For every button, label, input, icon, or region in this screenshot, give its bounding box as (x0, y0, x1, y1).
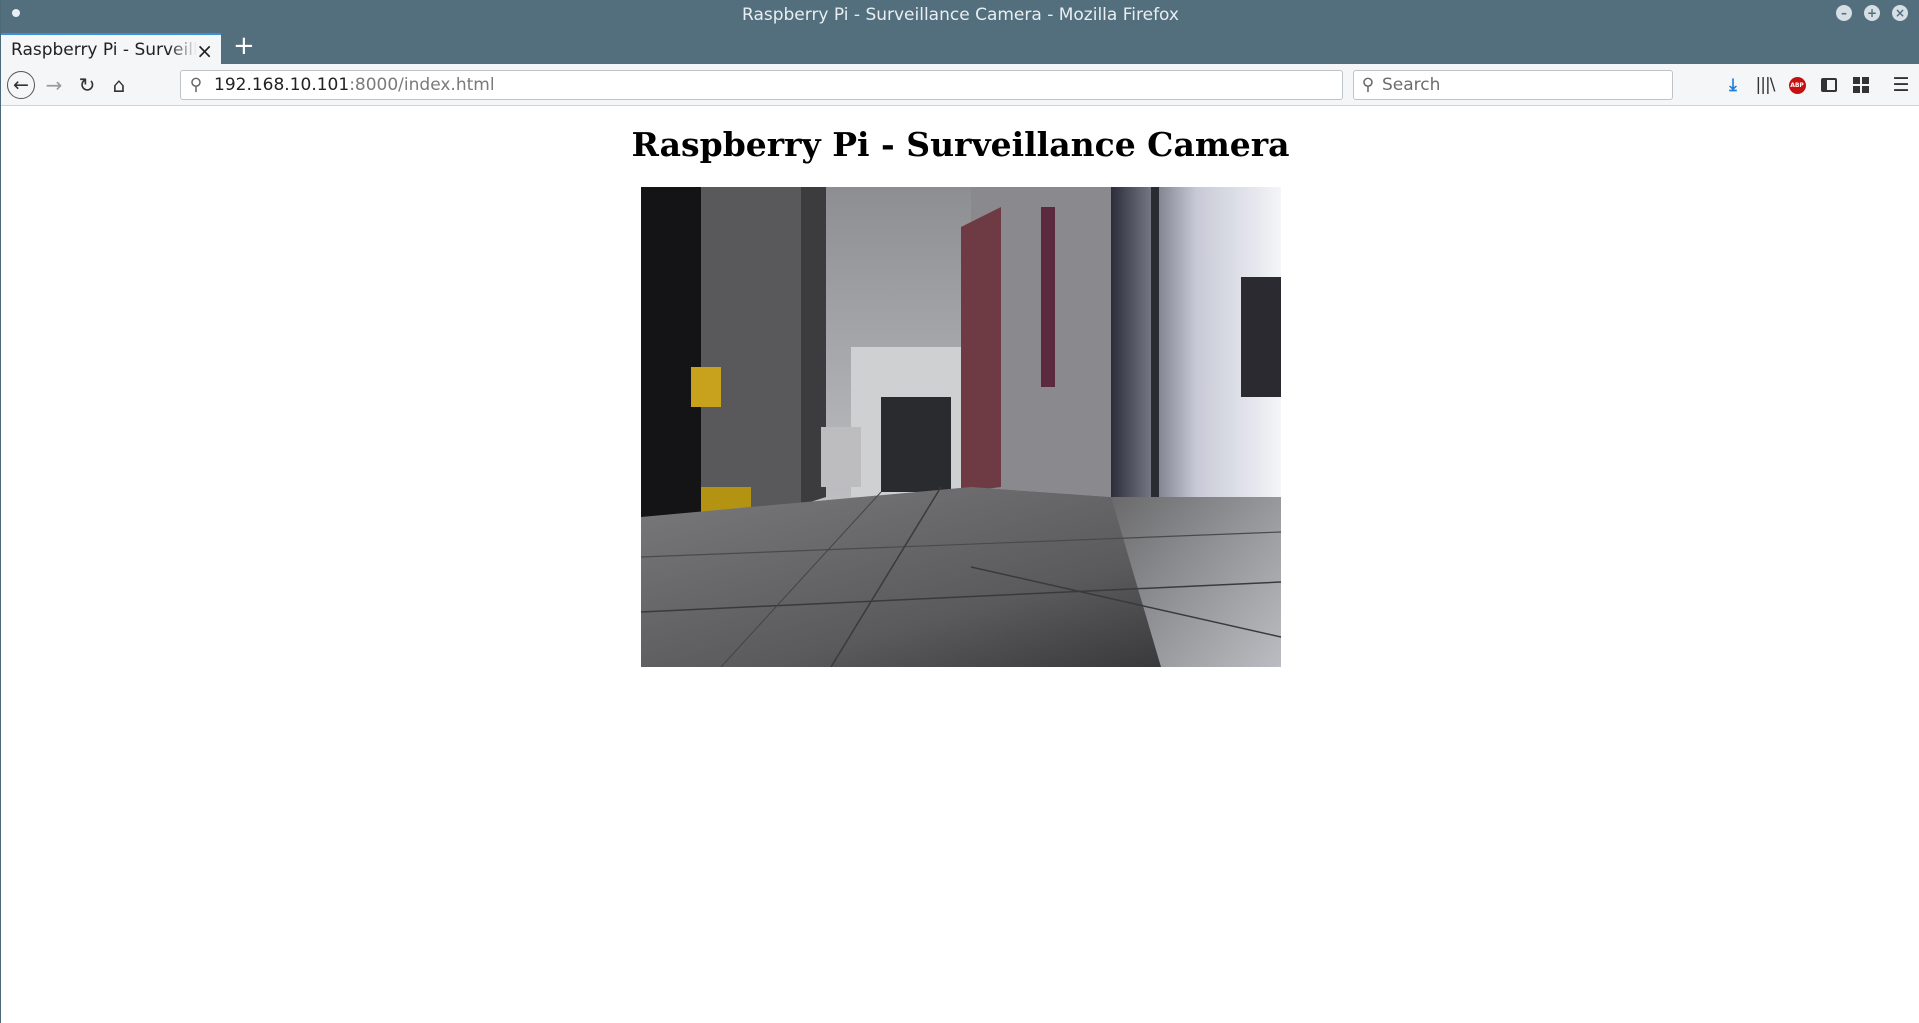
adblock-badge: ABP (1788, 76, 1806, 94)
forward-icon[interactable]: → (41, 72, 67, 98)
url-search-icon: ⚲ (189, 75, 203, 95)
url-bar[interactable]: ⚲ 192.168.10.101:8000/index.html (180, 70, 1343, 100)
reload-icon[interactable]: ↻ (74, 72, 100, 98)
search-icon: ⚲ (1361, 75, 1375, 95)
title-bar: Raspberry Pi - Surveillance Camera - Moz… (1, 0, 1919, 29)
minimize-icon[interactable]: – (1836, 5, 1852, 21)
tab-close-icon[interactable]: × (196, 39, 213, 63)
adblock-icon[interactable]: ABP (1785, 73, 1809, 97)
tab-active[interactable]: Raspberry Pi - Surveillance Camera × (1, 33, 221, 64)
page-content: Raspberry Pi - Surveillance Camera (1, 107, 1919, 1023)
close-window-icon[interactable]: × (1892, 5, 1908, 21)
window-controls: – + × (1836, 5, 1908, 21)
tab-strip: Raspberry Pi - Surveillance Camera × + (1, 29, 1919, 64)
home-icon[interactable]: ⌂ (106, 72, 132, 98)
browser-window: Raspberry Pi - Surveillance Camera - Moz… (0, 0, 1919, 1023)
maximize-icon[interactable]: + (1864, 5, 1880, 21)
download-icon[interactable]: ⤓ (1721, 73, 1745, 97)
url-path: :8000/index.html (349, 75, 495, 95)
window-title: Raspberry Pi - Surveillance Camera - Moz… (742, 4, 1179, 25)
page-title: Raspberry Pi - Surveillance Camera (631, 125, 1290, 164)
window-menu-icon[interactable] (12, 9, 20, 17)
search-placeholder: Search (1382, 75, 1441, 95)
back-icon[interactable]: ← (7, 71, 35, 99)
tab-title: Raspberry Pi - Surveillance Camera (11, 39, 197, 60)
url-host: 192.168.10.101 (214, 75, 350, 95)
library-icon[interactable]: |||\ (1753, 73, 1777, 97)
new-tab-icon[interactable]: + (233, 32, 255, 60)
hamburger-menu-icon[interactable]: ☰ (1889, 73, 1913, 97)
nav-bar: ← → ↻ ⌂ ⚲ 192.168.10.101:8000/index.html… (1, 64, 1919, 106)
extensions-icon[interactable] (1849, 73, 1873, 97)
search-input[interactable]: ⚲ Search (1353, 70, 1673, 100)
camera-feed-image (641, 187, 1281, 667)
sidebar-icon[interactable] (1817, 73, 1841, 97)
